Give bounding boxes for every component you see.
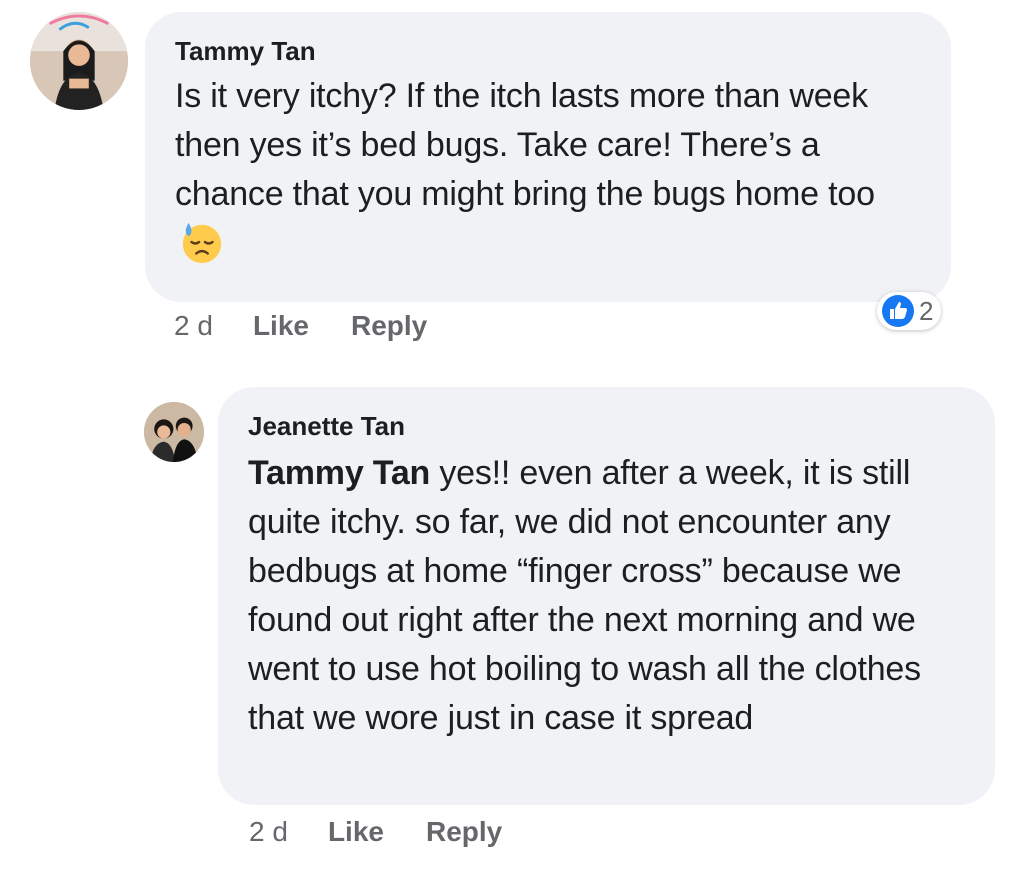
reply-button[interactable]: Reply bbox=[426, 816, 502, 848]
comment-text: Is it very itchy? If the itch lasts more… bbox=[175, 72, 925, 269]
like-icon bbox=[882, 295, 914, 327]
reply-bubble: Jeanette Tan Tammy Tan yes!! even after … bbox=[218, 387, 995, 805]
avatar-tammy-tan[interactable] bbox=[30, 12, 128, 110]
like-button[interactable]: Like bbox=[253, 310, 309, 342]
reaction-count: 2 bbox=[919, 295, 934, 326]
reply-button[interactable]: Reply bbox=[351, 310, 427, 342]
comment-timestamp[interactable]: 2 d bbox=[174, 310, 213, 342]
comment-author[interactable]: Tammy Tan bbox=[175, 36, 921, 66]
avatar-jeanette-tan[interactable] bbox=[144, 402, 204, 462]
reply-actions: 2 d Like Reply bbox=[249, 816, 544, 848]
reply-mention-link[interactable]: Tammy Tan bbox=[248, 454, 430, 492]
reply-timestamp[interactable]: 2 d bbox=[249, 816, 288, 848]
comment-actions: 2 d Like Reply bbox=[174, 310, 469, 342]
comment-text-content: Is it very itchy? If the itch lasts more… bbox=[175, 77, 875, 213]
downcast-face-with-sweat-emoji bbox=[182, 222, 222, 264]
reply-author[interactable]: Jeanette Tan bbox=[248, 411, 965, 441]
reaction-summary[interactable]: 2 bbox=[877, 292, 942, 330]
profile-photo-icon bbox=[30, 12, 128, 110]
profile-photo-icon bbox=[144, 402, 204, 462]
comment-bubble: Tammy Tan Is it very itchy? If the itch … bbox=[145, 12, 951, 302]
reply-text-content: yes!! even after a week, it is still qui… bbox=[248, 454, 921, 737]
like-button[interactable]: Like bbox=[328, 816, 384, 848]
reply-text: Tammy Tan yes!! even after a week, it is… bbox=[248, 449, 968, 743]
